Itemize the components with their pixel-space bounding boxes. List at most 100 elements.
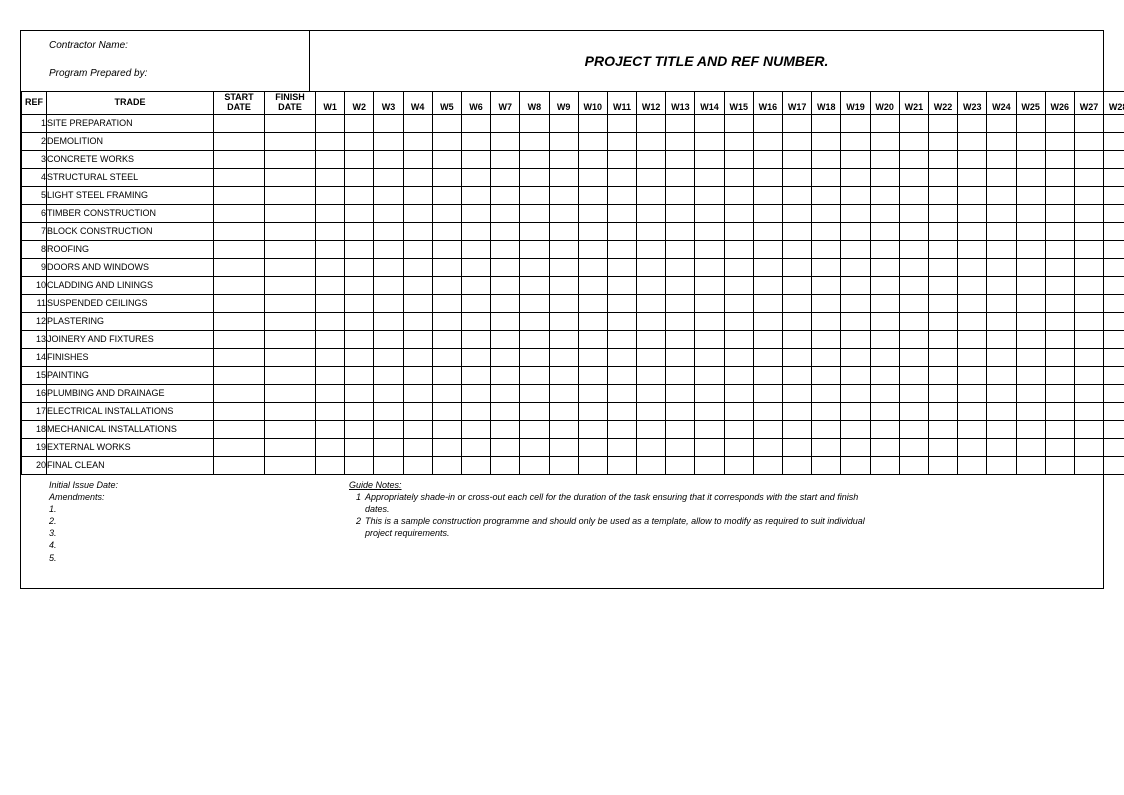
cell-week — [899, 150, 928, 168]
cell-week — [841, 402, 870, 420]
cell-week — [520, 222, 549, 240]
cell-week — [578, 384, 607, 402]
cell-week — [695, 186, 724, 204]
cell-week — [403, 204, 432, 222]
cell-week — [958, 384, 987, 402]
cell-week — [345, 402, 374, 420]
cell-week — [461, 366, 490, 384]
cell-trade: CONCRETE WORKS — [47, 150, 214, 168]
cell-week — [316, 222, 345, 240]
cell-week — [695, 114, 724, 132]
cell-week — [549, 222, 578, 240]
cell-trade: SUSPENDED CEILINGS — [47, 294, 214, 312]
cell-week — [1016, 276, 1045, 294]
cell-week — [870, 456, 899, 474]
project-title: PROJECT TITLE AND REF NUMBER. — [309, 31, 1103, 91]
cell-week — [812, 438, 841, 456]
cell-week — [403, 258, 432, 276]
cell-week — [666, 240, 695, 258]
header: Contractor Name: Program Prepared by: PR… — [21, 31, 1103, 91]
cell-week — [1016, 168, 1045, 186]
col-week: W8 — [520, 92, 549, 115]
cell-week — [316, 294, 345, 312]
cell-week — [549, 384, 578, 402]
cell-week — [549, 258, 578, 276]
cell-week — [1104, 222, 1124, 240]
cell-week — [812, 330, 841, 348]
cell-week — [578, 348, 607, 366]
cell-week — [695, 168, 724, 186]
cell-week — [753, 348, 782, 366]
cell-week — [753, 240, 782, 258]
cell-week — [724, 150, 753, 168]
cell-week — [958, 222, 987, 240]
cell-week — [870, 168, 899, 186]
cell-ref: 2 — [22, 132, 47, 150]
cell-week — [461, 168, 490, 186]
cell-week — [1016, 186, 1045, 204]
cell-week — [870, 330, 899, 348]
cell-week — [607, 150, 636, 168]
cell-week — [841, 438, 870, 456]
cell-week — [345, 168, 374, 186]
cell-ref: 8 — [22, 240, 47, 258]
cell-week — [666, 186, 695, 204]
cell-week — [520, 366, 549, 384]
cell-week — [432, 384, 461, 402]
cell-week — [316, 276, 345, 294]
cell-week — [695, 204, 724, 222]
cell-week — [491, 294, 520, 312]
cell-finish-date — [265, 132, 316, 150]
cell-week — [753, 330, 782, 348]
cell-week — [1045, 438, 1074, 456]
cell-week — [432, 294, 461, 312]
col-week: W12 — [637, 92, 666, 115]
cell-week — [403, 294, 432, 312]
cell-week — [987, 438, 1016, 456]
cell-week — [1074, 258, 1103, 276]
cell-week — [958, 186, 987, 204]
cell-week — [724, 168, 753, 186]
cell-week — [1104, 186, 1124, 204]
cell-week — [461, 420, 490, 438]
cell-week — [1045, 186, 1074, 204]
cell-week — [724, 366, 753, 384]
col-week: W4 — [403, 92, 432, 115]
cell-ref: 6 — [22, 204, 47, 222]
cell-finish-date — [265, 114, 316, 132]
cell-start-date — [214, 186, 265, 204]
cell-week — [724, 240, 753, 258]
cell-week — [520, 132, 549, 150]
table-row: 15PAINTING — [22, 366, 1124, 384]
cell-week — [578, 204, 607, 222]
guide-note-2: 2 This is a sample construction programm… — [349, 515, 1093, 539]
cell-trade: STRUCTURAL STEEL — [47, 168, 214, 186]
cell-week — [403, 366, 432, 384]
cell-week — [841, 366, 870, 384]
cell-week — [899, 132, 928, 150]
cell-week — [841, 276, 870, 294]
col-finish-date: FINISHDATE — [265, 92, 316, 115]
cell-week — [724, 456, 753, 474]
cell-week — [812, 276, 841, 294]
cell-trade: CLADDING AND LININGS — [47, 276, 214, 294]
cell-week — [928, 132, 957, 150]
cell-week — [374, 186, 403, 204]
cell-week — [637, 222, 666, 240]
cell-week — [870, 258, 899, 276]
cell-week — [812, 204, 841, 222]
cell-week — [783, 222, 812, 240]
col-week: W22 — [928, 92, 957, 115]
cell-week — [607, 294, 636, 312]
cell-ref: 15 — [22, 366, 47, 384]
cell-week — [724, 384, 753, 402]
col-week: W10 — [578, 92, 607, 115]
cell-week — [666, 204, 695, 222]
cell-week — [1016, 384, 1045, 402]
footer-left: Initial Issue Date: Amendments: 1. 2. 3.… — [21, 475, 309, 588]
cell-week — [1074, 168, 1103, 186]
gantt-table: REF TRADE STARTDATE FINISHDATE W1W2W3W4W… — [21, 91, 1124, 475]
col-week: W7 — [491, 92, 520, 115]
header-left: Contractor Name: Program Prepared by: — [21, 31, 309, 91]
cell-week — [812, 150, 841, 168]
